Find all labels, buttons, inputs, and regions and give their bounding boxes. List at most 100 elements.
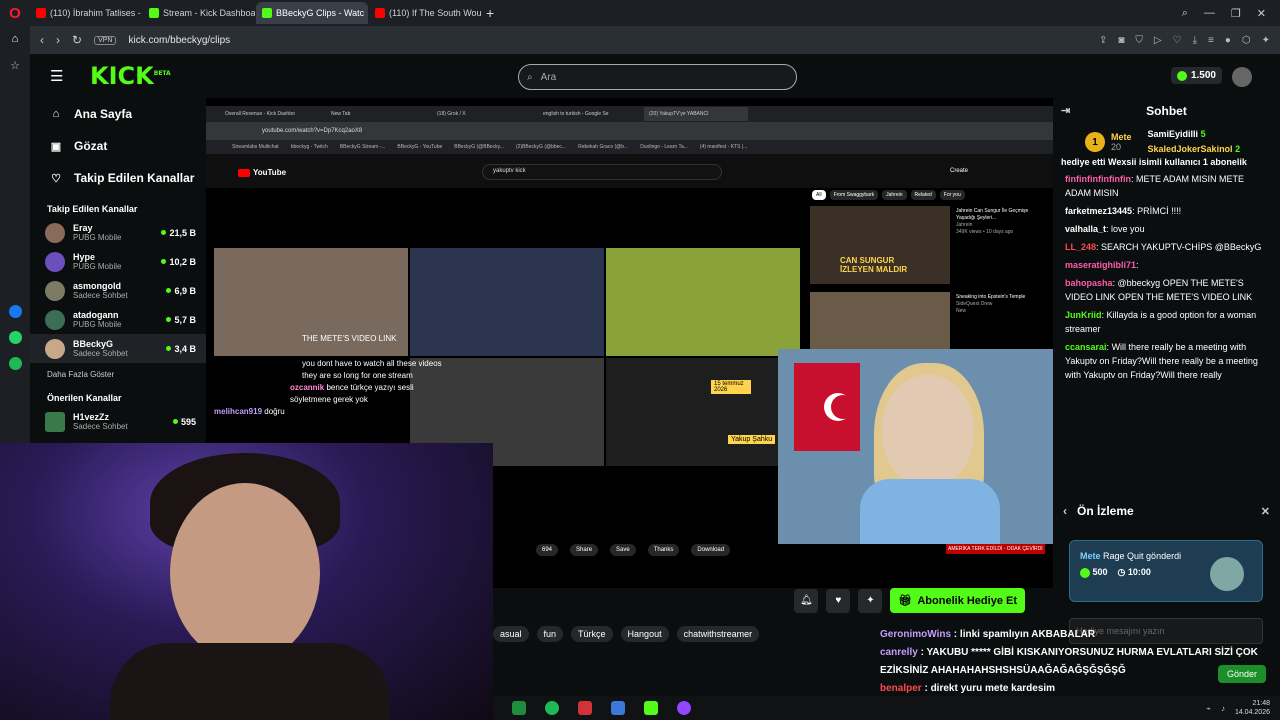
share-icon[interactable]: ⇪	[1099, 35, 1107, 46]
chat-message: bahopasha: @bbeckyg OPEN THE METE'S VIDE…	[1065, 278, 1253, 302]
back-icon[interactable]: ‹	[40, 33, 44, 47]
menu-icon[interactable]: ☰	[50, 67, 70, 85]
stream-actions: 🔔︎ ♥ ✦ 🎁︎ Abonelik Hediye Et	[794, 588, 1025, 613]
minimize-icon[interactable]: —	[1204, 7, 1215, 20]
new-tab-button[interactable]: +	[486, 5, 494, 21]
download-icon[interactable]: ⤓	[1193, 35, 1197, 46]
spotify-icon[interactable]	[0, 350, 30, 376]
heart-icon[interactable]: ♡	[1173, 35, 1182, 46]
extensions-icon[interactable]: ⬡	[1242, 35, 1251, 46]
bookmark: Streamlabs Multichat	[232, 144, 279, 150]
youtube-logo: YouTube	[238, 168, 286, 177]
inner-tab: (18) Grok / X	[437, 111, 466, 117]
nav-following[interactable]: ♡ Takip Edilen Kanallar	[30, 162, 206, 194]
tag[interactable]: fun	[536, 626, 564, 642]
volume-icon[interactable]: ♪	[1221, 704, 1225, 713]
live-dot-icon	[161, 259, 167, 264]
camera-icon[interactable]: ◙	[1118, 35, 1124, 46]
chip: Jahrein	[882, 190, 907, 200]
youtube-play-icon	[238, 168, 250, 177]
mete-link-caption: THE METE'S VIDEO LINK	[302, 334, 397, 343]
browser-tab[interactable]: (110) İbrahim Tatlises - Sa×	[30, 2, 142, 24]
side-video-title: Jahrein Can Sungur İle Geçmişe Yaşadığı …	[956, 208, 1029, 235]
video-grid-cell	[606, 358, 800, 466]
tag[interactable]: Hangout	[620, 626, 669, 642]
tag[interactable]: chatwithstreamer	[676, 626, 760, 642]
kicks-balance[interactable]: 1.500	[1170, 67, 1222, 84]
overlay-chat-line: ozcannik bence türkçe yazıyı sesli söyle…	[290, 383, 414, 404]
home-icon[interactable]: ⌂	[0, 26, 30, 52]
spotify-icon[interactable]	[545, 701, 559, 715]
browse-icon: ▣	[50, 140, 62, 153]
preview-header: ‹ Ön İzleme ✕	[1053, 498, 1280, 524]
reload-icon[interactable]: ↻	[72, 33, 82, 47]
opera-logo-icon[interactable]: O	[0, 0, 30, 26]
overlay-chat-line: GeronimoWins : linki spamlıyın AKBABALAR	[880, 629, 1096, 640]
heart-icon: ♡	[51, 172, 61, 185]
chat-message: valhalla_t: love you	[1065, 224, 1145, 234]
maximize-icon[interactable]: ❐	[1231, 7, 1241, 20]
tag[interactable]: asual	[493, 626, 529, 642]
search-input[interactable]: ⌕ Ara	[518, 64, 797, 90]
like-count: 694	[536, 544, 559, 556]
followed-channel[interactable]: Eray PUBG Mobile 21,5 B	[30, 218, 206, 247]
network-icon[interactable]: ⌁	[1206, 704, 1211, 713]
download-action: Download	[691, 544, 731, 556]
bell-icon[interactable]: 🔔︎	[794, 588, 819, 613]
search-tabs-icon[interactable]: ⌕	[1182, 7, 1188, 20]
ai-icon[interactable]: ✦	[1262, 35, 1270, 46]
heart-icon[interactable]: ♥	[826, 588, 851, 613]
send-button[interactable]: Gönder	[1218, 665, 1266, 683]
app-icon[interactable]	[578, 701, 592, 715]
tab-label: (110) İbrahim Tatlises - Sa	[50, 8, 142, 18]
nav-home[interactable]: ⌂ Ana Sayfa	[30, 98, 206, 130]
kick-logo[interactable]: KICKBETA	[90, 62, 171, 90]
avatar[interactable]	[1232, 67, 1252, 87]
app-icon[interactable]	[611, 701, 625, 715]
avatar	[45, 338, 65, 359]
chip: From Swaggybark	[829, 190, 879, 200]
gift-subscription-button[interactable]: 🎁︎ Abonelik Hediye Et	[890, 588, 1025, 613]
overlay-chat-line: you dont have to watch all these videos …	[302, 359, 442, 380]
tag[interactable]: Türkçe	[571, 626, 613, 642]
clock[interactable]: 21:48 14.04.2026	[1235, 699, 1270, 717]
back-icon[interactable]: ‹	[1063, 504, 1067, 518]
app-icon[interactable]	[677, 701, 691, 715]
vpn-badge[interactable]: VPN	[94, 35, 117, 45]
youtube-actions: 694 Share Save Thanks Download	[536, 544, 731, 556]
recommended-channel[interactable]: H1vezZz Sadece Sohbet 595	[30, 407, 206, 436]
close-icon[interactable]: ✕	[1261, 505, 1270, 518]
yakup-label: Yakup Şahku	[728, 435, 776, 444]
sparkle-icon[interactable]: ✦	[858, 588, 883, 613]
followed-channel[interactable]: Hype PUBG Mobile 10,2 B	[30, 247, 206, 276]
profile-icon[interactable]: ●	[1225, 35, 1231, 46]
browser-tab[interactable]: Stream - Kick Dashboard×	[143, 2, 255, 24]
play-icon[interactable]: ▷	[1154, 35, 1162, 46]
followed-channel[interactable]: asmongold Sadece Sohbet 6,9 B	[30, 276, 206, 305]
overlay-chat-line: canrelly : YAKUBU ***** GİBİ KISKANIYORS…	[880, 647, 1258, 658]
nav-browse[interactable]: ▣ Gözat	[30, 130, 206, 162]
star-icon[interactable]: ☆	[0, 52, 30, 78]
show-more-link[interactable]: Daha Fazla Göster	[30, 370, 206, 379]
url-field[interactable]: kick.com/bbeckyg/clips	[128, 35, 230, 46]
tab-label: BBeckyG Clips - Watc	[276, 8, 365, 18]
left-sidebar: ⌂ Ana Sayfa ▣ Gözat ♡ Takip Edilen Kanallar…	[30, 98, 206, 443]
close-window-icon[interactable]: ✕	[1257, 7, 1266, 20]
whatsapp-icon[interactable]	[0, 324, 30, 350]
collapse-icon[interactable]: ⇥	[1061, 104, 1070, 117]
streamer-webcam	[0, 443, 493, 720]
browser-tab[interactable]: (110) If The South Woulda×	[369, 2, 481, 24]
app-icon[interactable]	[512, 701, 526, 715]
gift-banner: hediye etti Wexsii isimli kullanıcı 1 ab…	[1061, 157, 1247, 167]
browser-tab-active[interactable]: BBeckyG Clips - Watc×	[256, 2, 368, 24]
followed-channel-selected[interactable]: BBeckyG Sadece Sohbet 3,4 B	[30, 334, 206, 363]
messenger-icon[interactable]	[0, 298, 30, 324]
forward-icon[interactable]: ›	[56, 33, 60, 47]
followed-channel[interactable]: atadogann PUBG Mobile 5,7 B	[30, 305, 206, 334]
menu-icon[interactable]: ≡	[1208, 35, 1214, 46]
avatar	[45, 411, 65, 432]
shield-icon[interactable]: ⛉	[1135, 35, 1143, 46]
windows-taskbar: ⌁ ♪ 21:48 14.04.2026	[493, 696, 1280, 720]
kick-icon[interactable]	[644, 701, 658, 715]
gift-icon: 🎁︎	[898, 595, 913, 607]
